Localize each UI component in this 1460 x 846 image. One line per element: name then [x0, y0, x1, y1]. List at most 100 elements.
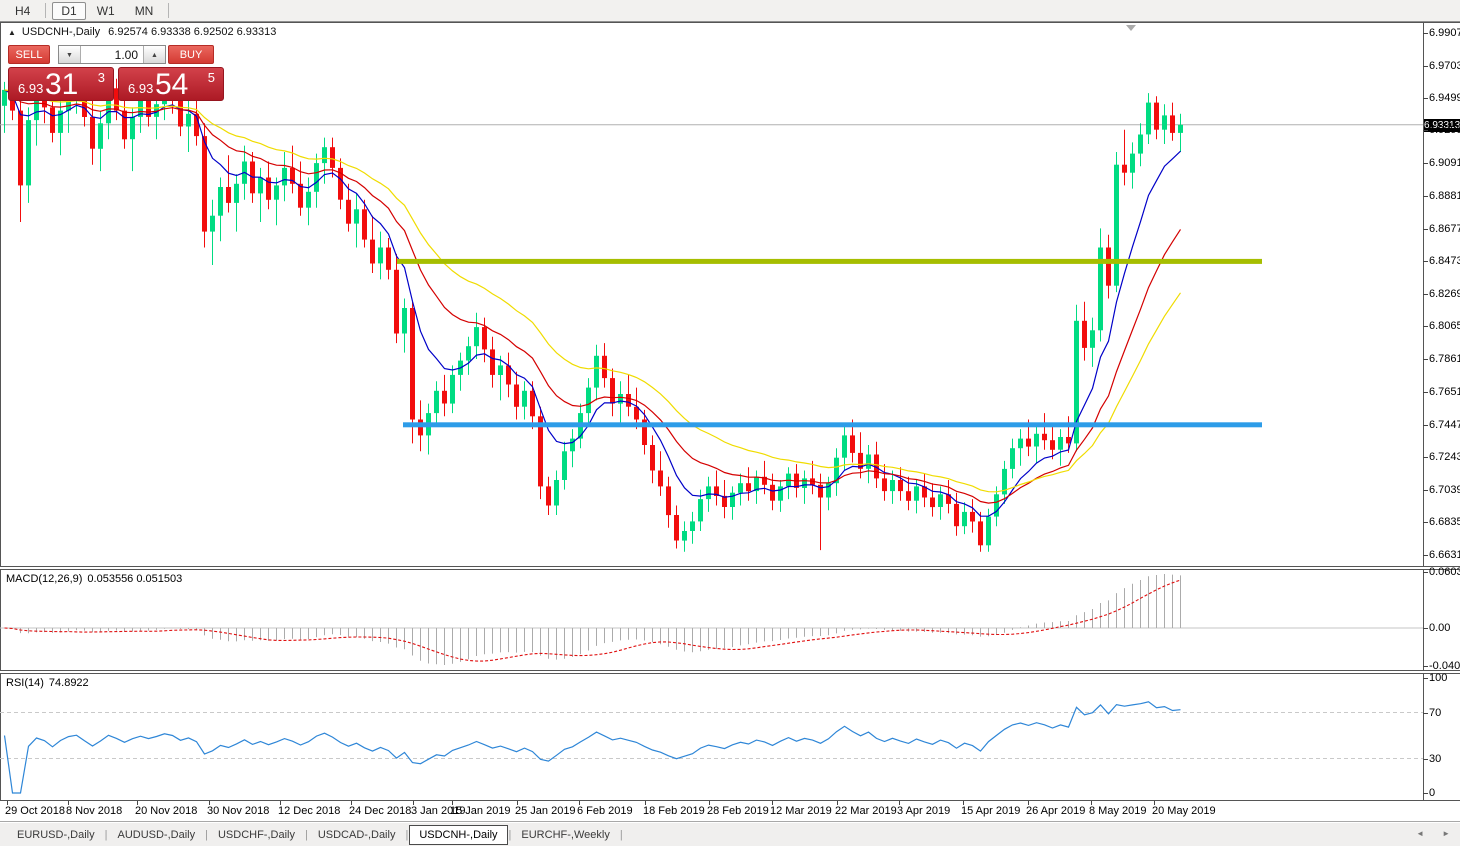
tab-separator: | — [205, 828, 208, 841]
price-axis-label: 6.72430 — [1429, 451, 1460, 463]
tab-scroll-right-icon[interactable]: ► — [1442, 829, 1450, 838]
tab-separator: | — [405, 828, 409, 841]
date-axis-label: 30 Nov 2018 — [207, 805, 270, 817]
tab-eurchf-weekly[interactable]: EURCHF-,Weekly — [512, 826, 618, 844]
timeframe-d1[interactable]: D1 — [52, 1, 86, 20]
price-axis-tick — [1423, 457, 1428, 458]
timeframe-w1[interactable]: W1 — [88, 2, 124, 20]
tab-separator: | — [508, 828, 512, 841]
volume-decrease-button[interactable]: ▼ — [59, 46, 81, 63]
price-axis-label: 6.74470 — [1429, 419, 1460, 431]
timeframe-h4[interactable]: H4 — [6, 2, 39, 20]
volume-input[interactable] — [81, 46, 143, 63]
price-axis-tick — [1423, 229, 1428, 230]
rsi-axis-tick — [1423, 678, 1428, 679]
macd-axis-label: 0.060342 — [1429, 566, 1460, 578]
timeframe-toolbar: H4 D1 W1 MN — [0, 0, 1460, 22]
price-axis-tick — [1423, 33, 1428, 34]
price-axis-label: 6.68350 — [1429, 516, 1460, 528]
date-axis-label: 20 May 2019 — [1152, 805, 1216, 817]
volume-control: ▼ ▲ — [58, 45, 166, 64]
tab-usdcnh-daily[interactable]: USDCNH-,Daily — [409, 824, 508, 845]
sell-price-display[interactable]: 6.93 31 3 — [8, 67, 114, 101]
rsi-line — [3, 701, 1181, 794]
sell-button[interactable]: SELL — [8, 45, 50, 64]
macd-name: MACD(12,26,9) — [6, 573, 83, 585]
tab-usdchf-daily[interactable]: USDCHF-,Daily — [209, 826, 304, 844]
rsi-panel[interactable] — [0, 674, 1423, 800]
price-axis-tick — [1423, 359, 1428, 360]
rsi-axis-label: 70 — [1429, 707, 1442, 719]
tab-usdcad-daily[interactable]: USDCAD-,Daily — [309, 826, 405, 844]
candlestick-chart[interactable] — [0, 22, 1423, 566]
toolbar-separator — [168, 3, 170, 18]
chevron-up-icon: ▲ — [151, 52, 158, 59]
toolbar-separator — [45, 3, 47, 18]
tab-scroll-left-icon[interactable]: ◄ — [1416, 829, 1424, 838]
date-axis-label: 20 Nov 2018 — [135, 805, 198, 817]
chart-tabs: EURUSD-,Daily | AUDUSD-,Daily | USDCHF-,Dail… — [8, 824, 624, 845]
tab-separator: | — [304, 828, 308, 841]
collapse-panel-icon[interactable]: ▲ — [8, 28, 16, 37]
price-axis-tick — [1423, 490, 1428, 491]
tab-separator: | — [619, 828, 623, 841]
date-axis-label: 26 Apr 2019 — [1026, 805, 1086, 817]
hline-resistance[interactable] — [397, 258, 1262, 264]
symbol-period-label: USDCNH-,Daily — [21, 26, 101, 38]
date-axis-label: 12 Dec 2018 — [278, 805, 341, 817]
tab-scroll-arrows: ◄ ► — [1416, 829, 1450, 838]
price-axis-label: 6.90910 — [1429, 157, 1460, 169]
macd-values: 0.053556 0.051503 — [87, 573, 183, 585]
sell-price-sup: 3 — [97, 70, 105, 85]
tab-eurusd-daily[interactable]: EURUSD-,Daily — [8, 826, 104, 844]
date-axis-label: 24 Dec 2018 — [349, 805, 412, 817]
date-axis-label: 8 Nov 2018 — [66, 805, 123, 817]
timeframe-mn[interactable]: MN — [126, 2, 163, 20]
price-axis-label: 6.66310 — [1429, 549, 1460, 561]
chevron-down-icon: ▼ — [66, 52, 73, 59]
one-click-trading-panel: SELL ▼ ▲ BUY 6.93 31 3 6.93 54 5 — [8, 45, 224, 101]
timeframe-buttons: H4 D1 W1 MN — [5, 1, 174, 20]
date-axis-label: 15 Apr 2019 — [961, 805, 1021, 817]
price-axis-label: 6.84730 — [1429, 255, 1460, 267]
price-axis-label: 6.99070 — [1429, 27, 1460, 39]
date-axis-label: 15 Jan 2019 — [450, 805, 511, 817]
price-axis-tick — [1423, 392, 1428, 393]
price-axis-tick — [1423, 130, 1428, 131]
buy-price-main: 54 — [155, 68, 189, 101]
chart-shift-marker[interactable] — [1126, 25, 1136, 31]
macd-axis-label: 0.00 — [1429, 622, 1451, 634]
terminal-window: H4 D1 W1 MN ▲ USDCNH-,Daily 6.92574 6.93338… — [0, 0, 1460, 846]
macd-axis-label: -0.040415 — [1429, 660, 1460, 672]
buy-button[interactable]: BUY — [168, 45, 214, 64]
price-axis-tick — [1423, 66, 1428, 67]
sell-price-main: 31 — [45, 68, 79, 101]
tab-separator: | — [104, 828, 108, 841]
price-axis-tick — [1423, 261, 1428, 262]
hline-support[interactable] — [403, 422, 1262, 428]
tab-audusd-daily[interactable]: AUDUSD-,Daily — [108, 826, 204, 844]
ma-line-mid — [4, 89, 1182, 504]
price-axis-tick — [1423, 425, 1428, 426]
macd-axis-tick — [1423, 666, 1428, 667]
price-axis-label: 6.82690 — [1429, 288, 1460, 300]
price-axis-label: 6.70390 — [1429, 484, 1460, 496]
price-axis-tick — [1423, 522, 1428, 523]
price-axis-tick — [1423, 163, 1428, 164]
chart-title: ▲ USDCNH-,Daily 6.92574 6.93338 6.92502 … — [8, 26, 276, 38]
macd-panel[interactable] — [0, 570, 1423, 670]
rsi-axis-label: 100 — [1429, 672, 1448, 684]
rsi-label: RSI(14) 74.8922 — [6, 677, 94, 689]
macd-axis-tick — [1423, 572, 1428, 573]
rsi-axis-label: 0 — [1429, 787, 1436, 799]
macd-signal-line — [4, 579, 1181, 662]
ma-line-fast — [4, 89, 1181, 517]
sell-price-prefix: 6.93 — [18, 81, 44, 96]
volume-increase-button[interactable]: ▲ — [143, 46, 165, 63]
price-axis-tick — [1423, 98, 1428, 99]
price-axis-tick — [1423, 196, 1428, 197]
date-axis-label: 6 Feb 2019 — [577, 805, 633, 817]
buy-price-display[interactable]: 6.93 54 5 — [118, 67, 224, 101]
price-axis-tick — [1423, 555, 1428, 556]
date-axis: 29 Oct 2018 8 Nov 2018 20 Nov 2018 30 Nov 2… — [0, 800, 1460, 822]
